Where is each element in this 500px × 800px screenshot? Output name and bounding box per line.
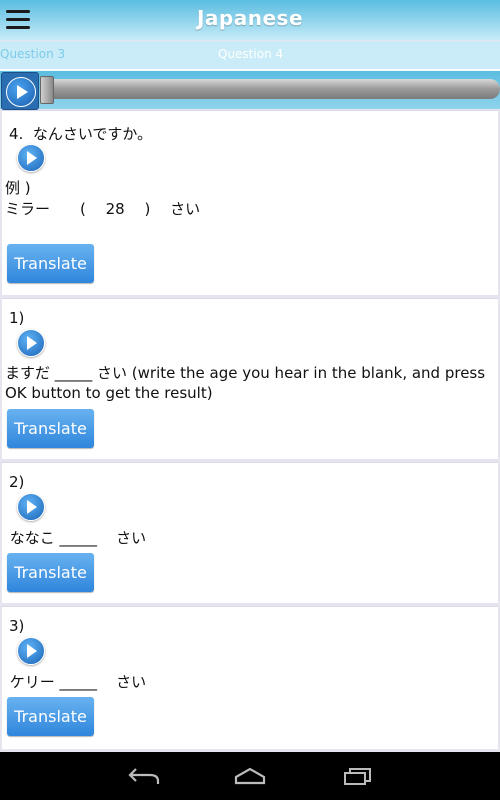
play-icon[interactable]	[17, 637, 45, 665]
question-item-card: 2) ななこ _____ さい Translate	[2, 462, 498, 603]
play-icon	[6, 77, 36, 107]
play-icon[interactable]	[17, 329, 45, 357]
translate-button[interactable]: Translate	[7, 244, 94, 283]
tab-current-question[interactable]: Question 4	[218, 47, 283, 61]
seek-thumb[interactable]	[40, 76, 54, 104]
audio-player	[0, 71, 500, 110]
tab-previous-question[interactable]: Question 3	[0, 47, 65, 61]
audio-play-button[interactable]	[1, 72, 39, 110]
play-icon[interactable]	[17, 144, 45, 172]
question-tabs: Question 3 Question 4	[0, 41, 500, 69]
translate-button[interactable]: Translate	[7, 409, 94, 448]
question-item-card: 3) ケリー _____ さい Translate	[2, 606, 498, 749]
home-icon[interactable]	[234, 766, 266, 786]
item-text: ななこ _____ さい	[5, 529, 147, 547]
question-prompt: 4. なんさいですか。	[9, 125, 153, 143]
recent-apps-icon[interactable]	[342, 766, 374, 786]
system-navigation-bar	[0, 752, 500, 800]
item-text: ケリー _____ さい	[5, 673, 147, 691]
play-icon[interactable]	[17, 493, 45, 521]
app-header: Japanese	[0, 0, 500, 40]
example-line: ミラー ( 28 ) さい	[5, 200, 201, 218]
translate-button[interactable]: Translate	[7, 697, 94, 736]
question-item-card: 1) ますだ _____ さい (write the age you hear …	[2, 298, 498, 459]
question-card: 4. なんさいですか。 例 ) ミラー ( 28 ) さい Translate	[2, 110, 498, 295]
translate-button[interactable]: Translate	[7, 553, 94, 592]
audio-seek-bar[interactable]	[40, 79, 500, 99]
app-title: Japanese	[196, 6, 304, 30]
item-number: 1)	[9, 309, 25, 327]
item-text: ますだ _____ さい (write the age you hear in …	[5, 364, 486, 402]
back-icon[interactable]	[128, 766, 160, 786]
item-number: 3)	[9, 617, 25, 635]
item-number: 2)	[9, 473, 25, 491]
example-label: 例 )	[5, 179, 31, 197]
